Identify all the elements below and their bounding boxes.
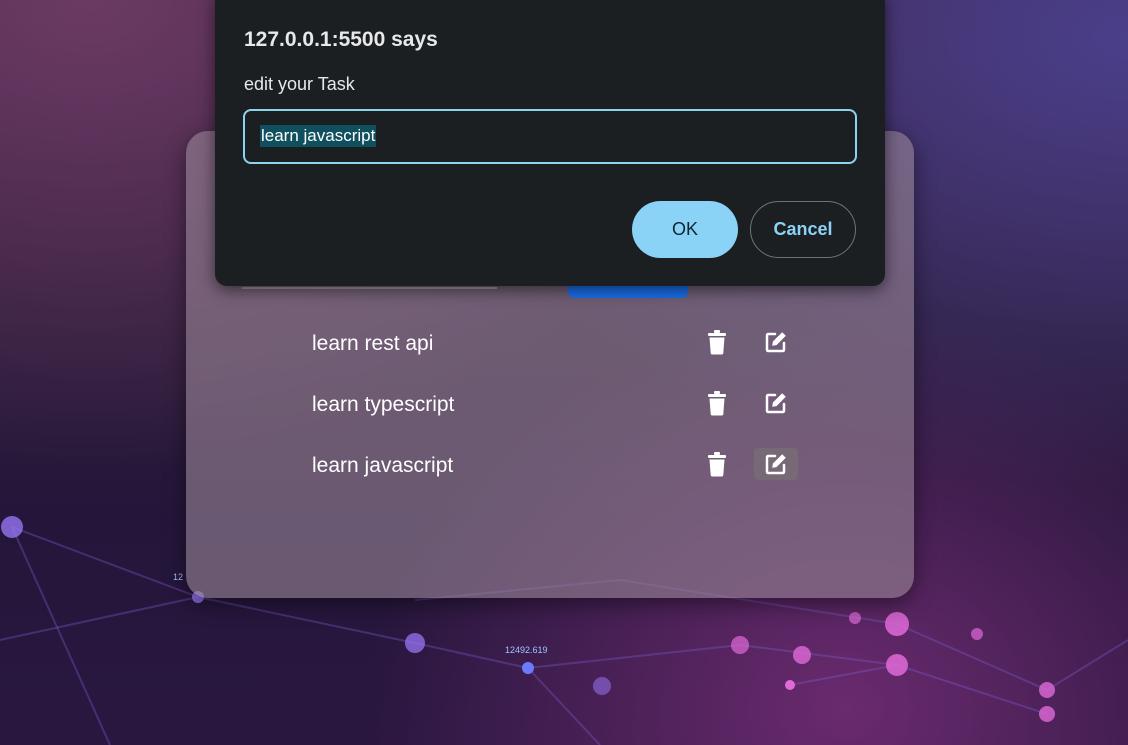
- delete-button[interactable]: [702, 448, 732, 480]
- dialog-message: edit your Task: [244, 74, 355, 94]
- task-item: learn typescript: [312, 387, 812, 423]
- trash-icon: [708, 451, 726, 476]
- prompt-dialog: 127.0.0.1:5500 says edit your Task learn…: [215, 0, 885, 286]
- edit-icon: [765, 332, 786, 353]
- edit-button[interactable]: [754, 387, 798, 419]
- task-item: learn javascript: [312, 448, 812, 484]
- delete-button[interactable]: [702, 387, 732, 419]
- task-item: learn rest api: [312, 326, 812, 362]
- trash-icon: [708, 329, 726, 354]
- network-label: 12492.619: [505, 645, 548, 655]
- network-label: 12: [173, 572, 183, 582]
- task-input[interactable]: [242, 287, 497, 289]
- edit-button[interactable]: [754, 448, 798, 480]
- edit-icon: [765, 454, 786, 475]
- dialog-title: 127.0.0.1:5500 says: [244, 28, 438, 51]
- delete-button[interactable]: [702, 326, 732, 358]
- cancel-button[interactable]: Cancel: [750, 201, 856, 258]
- task-text: learn rest api: [312, 332, 434, 355]
- edit-task-input[interactable]: learn javascript: [243, 109, 857, 164]
- task-text: learn javascript: [312, 454, 454, 477]
- edit-icon: [765, 393, 786, 414]
- ok-button[interactable]: OK: [632, 201, 738, 258]
- edit-button[interactable]: [754, 326, 798, 358]
- task-text: learn typescript: [312, 393, 455, 416]
- selected-input-text: learn javascript: [260, 125, 377, 147]
- trash-icon: [708, 390, 726, 415]
